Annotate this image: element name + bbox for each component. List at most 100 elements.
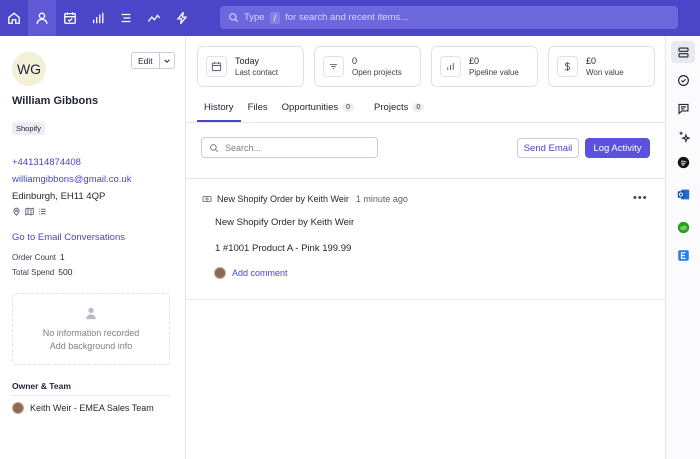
add-comment-button[interactable]: Add comment <box>214 267 288 279</box>
edit-group: Edit <box>131 52 175 69</box>
quickbooks-icon[interactable]: qb <box>671 216 695 238</box>
card-value: £0 <box>586 56 597 66</box>
owner-team-title: Owner & Team <box>12 381 71 391</box>
reports-icon[interactable] <box>84 0 112 36</box>
location-pin-icon[interactable] <box>12 207 21 216</box>
list-icon[interactable] <box>112 0 140 36</box>
owner-row[interactable]: Keith Weir - EMEA Sales Team <box>12 402 154 414</box>
chevron-down-icon <box>163 58 170 63</box>
send-email-button[interactable]: Send Email <box>517 138 579 158</box>
add-comment-label: Add comment <box>232 268 288 278</box>
search-icon <box>210 143 219 152</box>
add-background-info[interactable]: Add background info <box>13 341 169 351</box>
phone-link[interactable]: +441314874408 <box>12 157 81 168</box>
background-info-box[interactable]: No information recorded Add background i… <box>12 293 170 365</box>
tab-label: Projects <box>374 102 409 113</box>
order-count: Order Count 1 <box>12 252 65 262</box>
trend-icon[interactable] <box>140 0 168 36</box>
log-activity-button[interactable]: Log Activity <box>585 138 650 158</box>
total-spend-label: Total Spend <box>12 268 55 277</box>
summary-card-last-contact: Today Last contact <box>197 46 304 87</box>
email-conversations-link[interactable]: Go to Email Conversations <box>12 232 125 243</box>
tab-label: Files <box>247 102 268 113</box>
sparkle-icon[interactable] <box>671 125 695 147</box>
tab-label: History <box>204 102 234 113</box>
right-rail: qb <box>665 36 700 459</box>
database-icon[interactable] <box>671 41 695 63</box>
divider <box>187 178 665 179</box>
dollar-icon <box>557 56 578 77</box>
activity-title: New Shopify Order by Keith Weir <box>215 217 355 228</box>
list-icon[interactable] <box>38 207 47 216</box>
search-shortcut-key: / <box>269 11 281 24</box>
money-icon <box>202 196 212 202</box>
history-search-input[interactable]: Search... <box>201 137 378 158</box>
tab-bar: History Files Opportunities 0 Projects 0 <box>197 98 431 122</box>
tab-files[interactable]: Files <box>241 98 275 122</box>
tab-count: 0 <box>412 103 425 112</box>
calendar-icon <box>206 56 227 77</box>
address-actions <box>12 207 47 216</box>
check-circle-icon[interactable] <box>671 69 695 91</box>
home-icon[interactable] <box>0 0 28 36</box>
tab-count: 0 <box>342 103 355 112</box>
lightning-icon[interactable] <box>168 0 196 36</box>
search-prefix: Type <box>244 12 265 23</box>
card-label: Last contact <box>235 68 279 77</box>
search-placeholder: Search... <box>225 142 262 153</box>
edit-button[interactable]: Edit <box>131 52 160 69</box>
integration-app-icon[interactable] <box>671 244 695 266</box>
calendar-icon[interactable] <box>56 0 84 36</box>
order-count-label: Order Count <box>12 253 57 262</box>
card-value: 0 <box>352 56 358 66</box>
map-icon[interactable] <box>25 207 34 216</box>
activity-header: New Shopify Order by Keith Weir 1 minute… <box>202 194 408 204</box>
tab-opportunities[interactable]: Opportunities 0 <box>275 98 361 122</box>
card-label: Open projects <box>352 68 402 77</box>
summary-cards: Today Last contact 0 Open projects £0 Pipel… <box>197 46 655 87</box>
divider <box>187 122 665 123</box>
activity-body: 1 #1001 Product A - Pink 199.99 <box>215 243 352 254</box>
outlook-icon[interactable] <box>671 183 695 205</box>
summary-card-won-value: £0 Won value <box>548 46 655 87</box>
owner-avatar <box>12 402 24 414</box>
total-spend: Total Spend 500 <box>12 267 72 277</box>
edit-menu-button[interactable] <box>159 52 175 69</box>
tab-history[interactable]: History <box>197 98 241 122</box>
no-info-text: No information recorded <box>42 328 140 338</box>
contact-tag[interactable]: Shopify <box>12 122 46 135</box>
activity-header-text: New Shopify Order by Keith Weir <box>217 194 349 204</box>
contact-sidebar: WG Edit William Gibbons Shopify +4413148… <box>0 36 186 459</box>
owner-name: Keith Weir - EMEA Sales Team <box>30 403 154 413</box>
tab-projects[interactable]: Projects 0 <box>367 98 431 122</box>
rss-app-icon[interactable] <box>671 151 695 173</box>
divider <box>12 395 170 396</box>
chat-icon[interactable] <box>671 97 695 119</box>
main-content: Today Last contact 0 Open projects £0 Pipel… <box>187 36 665 459</box>
divider <box>187 299 665 300</box>
person-icon <box>86 307 96 320</box>
search-hint: for search and recent items... <box>285 12 409 23</box>
address: Edinburgh, EH11 4QP <box>12 191 106 202</box>
card-label: Won value <box>586 68 624 77</box>
activity-time: 1 minute ago <box>355 194 408 204</box>
summary-card-open-projects: 0 Open projects <box>314 46 421 87</box>
card-label: Pipeline value <box>469 68 519 77</box>
tab-label: Opportunities <box>281 102 339 113</box>
contact-name: William Gibbons <box>12 95 99 107</box>
svg-text:qb: qb <box>680 225 686 231</box>
top-navigation: Type / for search and recent items... <box>0 0 700 36</box>
order-count-value: 1 <box>60 252 65 262</box>
card-value: Today <box>235 56 260 66</box>
contacts-icon[interactable] <box>28 0 56 36</box>
search-icon <box>229 13 239 23</box>
more-options-icon[interactable]: ••• <box>633 192 648 204</box>
user-avatar <box>214 267 226 279</box>
bar-chart-icon <box>440 56 461 77</box>
global-search[interactable]: Type / for search and recent items... <box>220 6 678 29</box>
contact-avatar: WG <box>12 52 46 86</box>
email-link[interactable]: williamgibbons@gmail.co.uk <box>12 174 131 185</box>
total-spend-value: 500 <box>58 267 73 277</box>
card-value: £0 <box>469 56 480 66</box>
sliders-icon <box>323 56 344 77</box>
